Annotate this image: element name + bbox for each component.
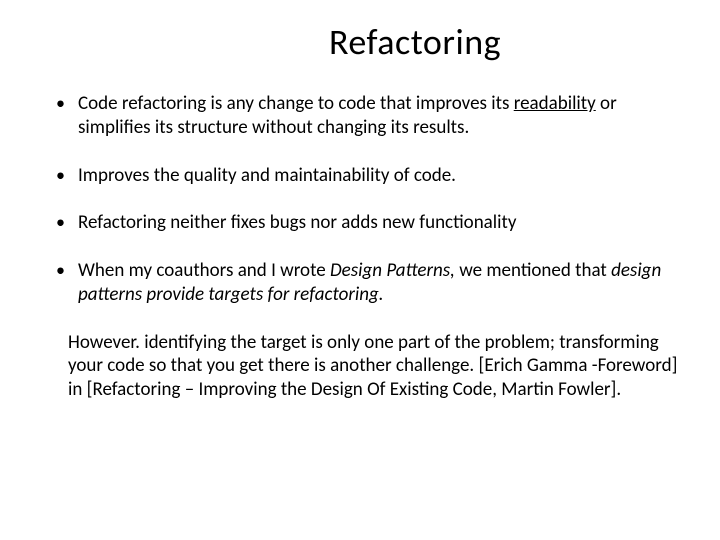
bullet-text: we mentioned that — [459, 259, 611, 282]
bullet-item: Code refactoring is any change to code t… — [50, 92, 680, 140]
slide-content: Code refactoring is any change to code t… — [50, 92, 680, 402]
bullet-item: Refactoring neither fixes bugs nor adds … — [50, 211, 680, 235]
bullet-text: Improves the quality and maintainability… — [78, 164, 456, 187]
underline-text: readability — [514, 92, 596, 115]
italic-text: Design Patterns, — [330, 259, 459, 282]
bullet-item: Improves the quality and maintainability… — [50, 164, 680, 188]
bullet-text: Code refactoring is any change to code t… — [78, 92, 514, 115]
paragraph-text: However. identifying the target is only … — [50, 331, 680, 402]
bullet-text: When my coauthors and I wrote — [78, 259, 330, 282]
bullet-item: When my coauthors and I wrote Design Pat… — [50, 259, 680, 307]
bullet-list: Code refactoring is any change to code t… — [50, 92, 680, 307]
slide: Refactoring Code refactoring is any chan… — [0, 0, 720, 540]
bullet-text: Refactoring neither fixes bugs nor adds … — [78, 211, 516, 234]
slide-title: Refactoring — [150, 20, 680, 64]
